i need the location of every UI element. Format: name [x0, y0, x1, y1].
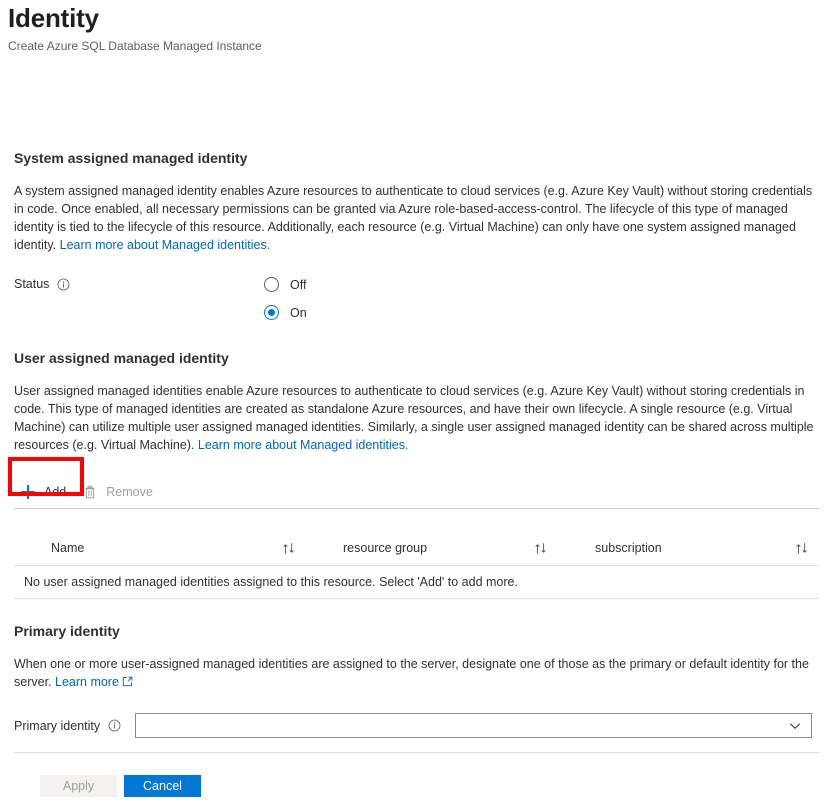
info-icon[interactable] — [57, 278, 70, 291]
status-label: Status — [14, 274, 264, 293]
external-link-icon — [122, 674, 133, 687]
status-option-on[interactable]: On — [264, 302, 307, 323]
table-empty-row: No user assigned managed identities assi… — [14, 566, 819, 599]
primary-identity-field-label-text: Primary identity — [14, 718, 101, 733]
blade-footer: Apply Cancel — [14, 775, 819, 797]
status-field-row: Status Off On — [14, 274, 819, 330]
primary-identity-field-label: Primary identity — [14, 719, 135, 733]
identity-command-bar: Add Remove — [14, 476, 819, 508]
system-identity-learn-more-link[interactable]: Learn more about Managed identities. — [60, 238, 271, 252]
status-option-off[interactable]: Off — [264, 274, 307, 295]
user-identity-description-text: User assigned managed identities enable … — [14, 384, 814, 452]
column-header-subscription[interactable]: subscription — [558, 541, 819, 555]
table-empty-message: No user assigned managed identities assi… — [24, 575, 518, 589]
sort-icon[interactable] — [282, 542, 296, 555]
page-title: Identity — [8, 3, 99, 33]
cancel-button[interactable]: Cancel — [124, 775, 201, 797]
primary-identity-heading: Primary identity — [14, 623, 120, 639]
sort-icon[interactable] — [534, 542, 548, 555]
primary-identity-learn-more-link[interactable]: Learn more — [55, 675, 119, 689]
user-identity-heading: User assigned managed identity — [14, 350, 229, 366]
plus-icon — [20, 484, 36, 500]
add-button[interactable]: Add — [14, 477, 76, 507]
chevron-down-icon[interactable] — [788, 719, 802, 733]
table-header-row: Name resource group subscription — [14, 531, 819, 566]
footer-divider — [14, 752, 819, 753]
column-header-resource-group[interactable]: resource group — [306, 541, 558, 555]
column-header-name-label: Name — [51, 541, 85, 555]
sort-icon[interactable] — [795, 542, 809, 555]
blade-header: Identity Create Azure SQL Database Manag… — [8, 2, 808, 54]
command-bar-divider — [14, 508, 819, 509]
radio-off-icon[interactable] — [264, 277, 279, 292]
column-header-subscription-label: subscription — [595, 541, 662, 555]
primary-identity-dropdown[interactable] — [135, 713, 812, 738]
trash-icon — [82, 484, 98, 500]
radio-on-icon[interactable] — [264, 305, 279, 320]
user-identity-description: User assigned managed identities enable … — [14, 382, 819, 454]
user-identity-learn-more-link[interactable]: Learn more about Managed identities. — [198, 438, 409, 452]
column-header-resource-group-label: resource group — [343, 541, 428, 555]
blade-content: System assigned managed identity A syste… — [14, 148, 819, 797]
status-label-text: Status — [14, 277, 50, 291]
info-icon[interactable] — [108, 719, 121, 732]
remove-button[interactable]: Remove — [76, 477, 163, 507]
column-header-name[interactable]: Name — [14, 541, 306, 555]
identity-blade: Identity Create Azure SQL Database Manag… — [0, 0, 833, 804]
user-identity-table: Name resource group subscription No user… — [14, 531, 819, 599]
primary-identity-description: When one or more user-assigned managed i… — [14, 655, 819, 691]
remove-button-label: Remove — [106, 485, 153, 499]
apply-button[interactable]: Apply — [40, 775, 117, 797]
primary-identity-field-row: Primary identity — [14, 713, 819, 738]
status-option-off-label: Off — [290, 277, 307, 292]
status-option-on-label: On — [290, 305, 307, 320]
system-identity-description: A system assigned managed identity enabl… — [14, 182, 819, 254]
page-subtitle: Create Azure SQL Database Managed Instan… — [8, 39, 262, 53]
system-identity-heading: System assigned managed identity — [14, 150, 248, 166]
add-button-label: Add — [44, 485, 67, 499]
primary-identity-description-text: When one or more user-assigned managed i… — [14, 657, 809, 689]
status-radio-group[interactable]: Off On — [264, 274, 307, 330]
